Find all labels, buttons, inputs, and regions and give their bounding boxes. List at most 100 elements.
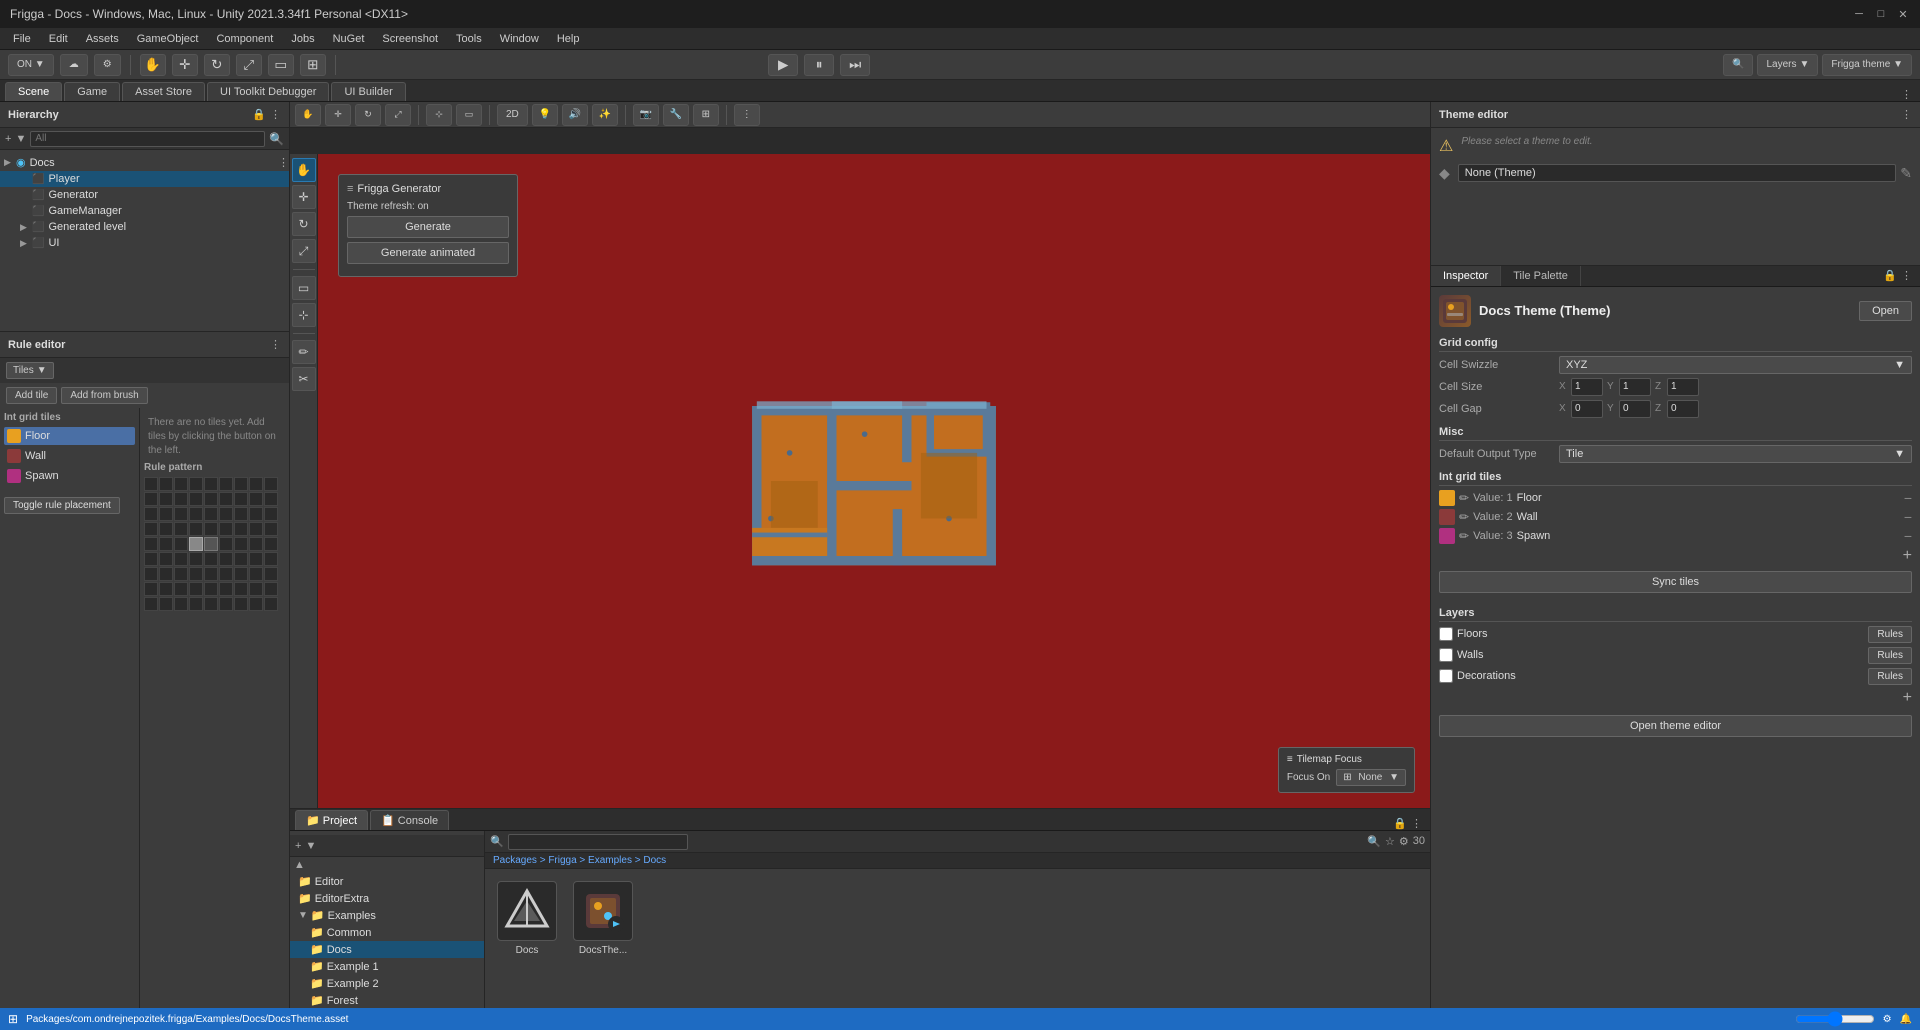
open-theme-editor-button[interactable]: Open theme editor — [1439, 715, 1912, 737]
scene-tool-5[interactable]: ⊹ — [426, 104, 452, 126]
cell-size-y-field[interactable] — [1619, 378, 1651, 396]
rule-cell-4-8[interactable] — [264, 537, 278, 551]
menu-help[interactable]: Help — [549, 31, 588, 47]
rule-cell-8-6[interactable] — [234, 597, 248, 611]
rule-cell-8-0[interactable] — [144, 597, 158, 611]
menu-tools[interactable]: Tools — [448, 31, 490, 47]
menu-window[interactable]: Window — [492, 31, 547, 47]
rule-cell-5-2[interactable] — [174, 552, 188, 566]
rule-cell-1-6[interactable] — [234, 492, 248, 506]
project-item-example2[interactable]: 📁 Example 2 — [290, 975, 484, 992]
frigga-theme-button[interactable]: Frigga theme ▼ — [1822, 54, 1912, 76]
add-tile-button[interactable]: Add tile — [6, 387, 57, 404]
rule-cell-5-6[interactable] — [234, 552, 248, 566]
tab-inspector[interactable]: Inspector — [1431, 266, 1501, 286]
project-dropdown[interactable]: ▼ — [305, 840, 316, 852]
layer-rules-decorations-button[interactable]: Rules — [1868, 668, 1912, 685]
project-search-input[interactable] — [508, 834, 688, 850]
tab-game[interactable]: Game — [64, 82, 120, 101]
docs-more-icon[interactable]: ⋮ — [278, 156, 289, 169]
project-item-forest[interactable]: 📁 Forest — [290, 992, 484, 1008]
rule-cell-6-0[interactable] — [144, 567, 158, 581]
status-icon-2[interactable]: 🔔 — [1900, 1014, 1912, 1025]
menu-component[interactable]: Component — [208, 31, 281, 47]
rule-cell-8-1[interactable] — [159, 597, 173, 611]
scene-select-tool[interactable]: ✋ — [292, 158, 316, 182]
scene-audio-button[interactable]: 🔊 — [562, 104, 588, 126]
layer-rules-floors-button[interactable]: Rules — [1868, 626, 1912, 643]
rule-cell-1-1[interactable] — [159, 492, 173, 506]
rule-cell-1-2[interactable] — [174, 492, 188, 506]
rule-cell-5-8[interactable] — [264, 552, 278, 566]
rule-cell-2-7[interactable] — [249, 507, 263, 521]
theme-selector-dropdown[interactable]: None (Theme) — [1458, 164, 1896, 182]
rule-cell-1-0[interactable] — [144, 492, 158, 506]
rule-cell-5-5[interactable] — [219, 552, 233, 566]
asset-item-docs[interactable]: Docs — [493, 877, 561, 960]
cell-size-z-field[interactable] — [1667, 378, 1699, 396]
menu-edit[interactable]: Edit — [41, 31, 76, 47]
scene-tool-2[interactable]: ✛ — [325, 104, 351, 126]
tab-console[interactable]: 📋 Console — [370, 810, 449, 830]
inspector-lock-icon[interactable]: 🔒 — [1883, 269, 1897, 282]
project-item-example1[interactable]: 📁 Example 1 — [290, 958, 484, 975]
int-tile-wall-remove[interactable]: − — [1904, 509, 1912, 525]
tab-ui-toolkit-debugger[interactable]: UI Toolkit Debugger — [207, 82, 329, 101]
rule-cell-6-6[interactable] — [234, 567, 248, 581]
rule-cell-4-4[interactable] — [204, 537, 218, 551]
project-item-examples[interactable]: ▼ 📁 Examples — [290, 907, 484, 924]
hierarchy-search-input[interactable] — [30, 131, 265, 147]
tree-item-generatedlevel[interactable]: ▶ ⬛ Generated level — [0, 219, 289, 235]
tab-scene[interactable]: Scene — [5, 82, 62, 101]
transform-tool[interactable]: ⊞ — [300, 54, 326, 76]
rule-cell-4-3[interactable] — [189, 537, 203, 551]
rule-cell-3-2[interactable] — [174, 522, 188, 536]
rule-cell-6-5[interactable] — [219, 567, 233, 581]
layer-check-floors[interactable] — [1439, 627, 1453, 641]
rule-cell-0-6[interactable] — [234, 477, 248, 491]
status-nav-icon[interactable]: ⊞ — [8, 1012, 18, 1026]
sync-tiles-button[interactable]: Sync tiles — [1439, 571, 1912, 593]
project-favorite-icon[interactable]: ☆ — [1385, 835, 1395, 848]
cell-gap-x-field[interactable] — [1571, 400, 1603, 418]
hierarchy-add-button[interactable]: + — [5, 133, 11, 145]
rule-cell-0-4[interactable] — [204, 477, 218, 491]
int-grid-item-wall[interactable]: Wall — [4, 447, 135, 465]
tree-item-generator[interactable]: ⬛ Generator — [0, 187, 289, 203]
rule-cell-7-3[interactable] — [189, 582, 203, 596]
menu-jobs[interactable]: Jobs — [283, 31, 322, 47]
rule-cell-5-4[interactable] — [204, 552, 218, 566]
rule-cell-7-5[interactable] — [219, 582, 233, 596]
bottom-lock-icon[interactable]: 🔒 — [1393, 817, 1407, 830]
rule-cell-0-8[interactable] — [264, 477, 278, 491]
rule-cell-3-5[interactable] — [219, 522, 233, 536]
cell-gap-y-field[interactable] — [1619, 400, 1651, 418]
scene-gizmos-button[interactable]: 🔧 — [663, 104, 689, 126]
rule-cell-2-6[interactable] — [234, 507, 248, 521]
scene-rotate-vert-tool[interactable]: ↻ — [292, 212, 316, 236]
rule-cell-4-5[interactable] — [219, 537, 233, 551]
project-item-editorextra[interactable]: 📁 EditorExtra — [290, 890, 484, 907]
rule-cell-2-8[interactable] — [264, 507, 278, 521]
cloud-button[interactable]: ☁ — [60, 54, 88, 76]
rule-cell-8-7[interactable] — [249, 597, 263, 611]
scene-view[interactable]: ✋ ✛ ↻ ⤢ ▭ ⊹ ✏ ✂ ≡ Frigga Generator — [290, 128, 1430, 808]
rule-cell-6-3[interactable] — [189, 567, 203, 581]
pause-button[interactable]: ⏸ — [804, 54, 834, 76]
search-toolbar-button[interactable]: 🔍 — [1723, 54, 1753, 76]
rule-cell-4-0[interactable] — [144, 537, 158, 551]
int-grid-item-spawn[interactable]: Spawn — [4, 467, 135, 485]
int-tile-floor-brush[interactable]: ✏ — [1459, 491, 1469, 505]
scene-2d-button[interactable]: 2D — [497, 104, 528, 126]
rule-cell-7-0[interactable] — [144, 582, 158, 596]
cell-size-x-field[interactable] — [1571, 378, 1603, 396]
rule-cell-5-3[interactable] — [189, 552, 203, 566]
hand-tool[interactable]: ✋ — [140, 54, 166, 76]
focus-dropdown[interactable]: ⊞ None ▼ — [1336, 769, 1406, 786]
add-from-brush-button[interactable]: Add from brush — [61, 387, 147, 404]
rule-cell-7-6[interactable] — [234, 582, 248, 596]
tab-asset-store[interactable]: Asset Store — [122, 82, 205, 101]
rule-cell-4-6[interactable] — [234, 537, 248, 551]
hierarchy-more-icon[interactable]: ⋮ — [270, 108, 281, 121]
rule-cell-3-4[interactable] — [204, 522, 218, 536]
